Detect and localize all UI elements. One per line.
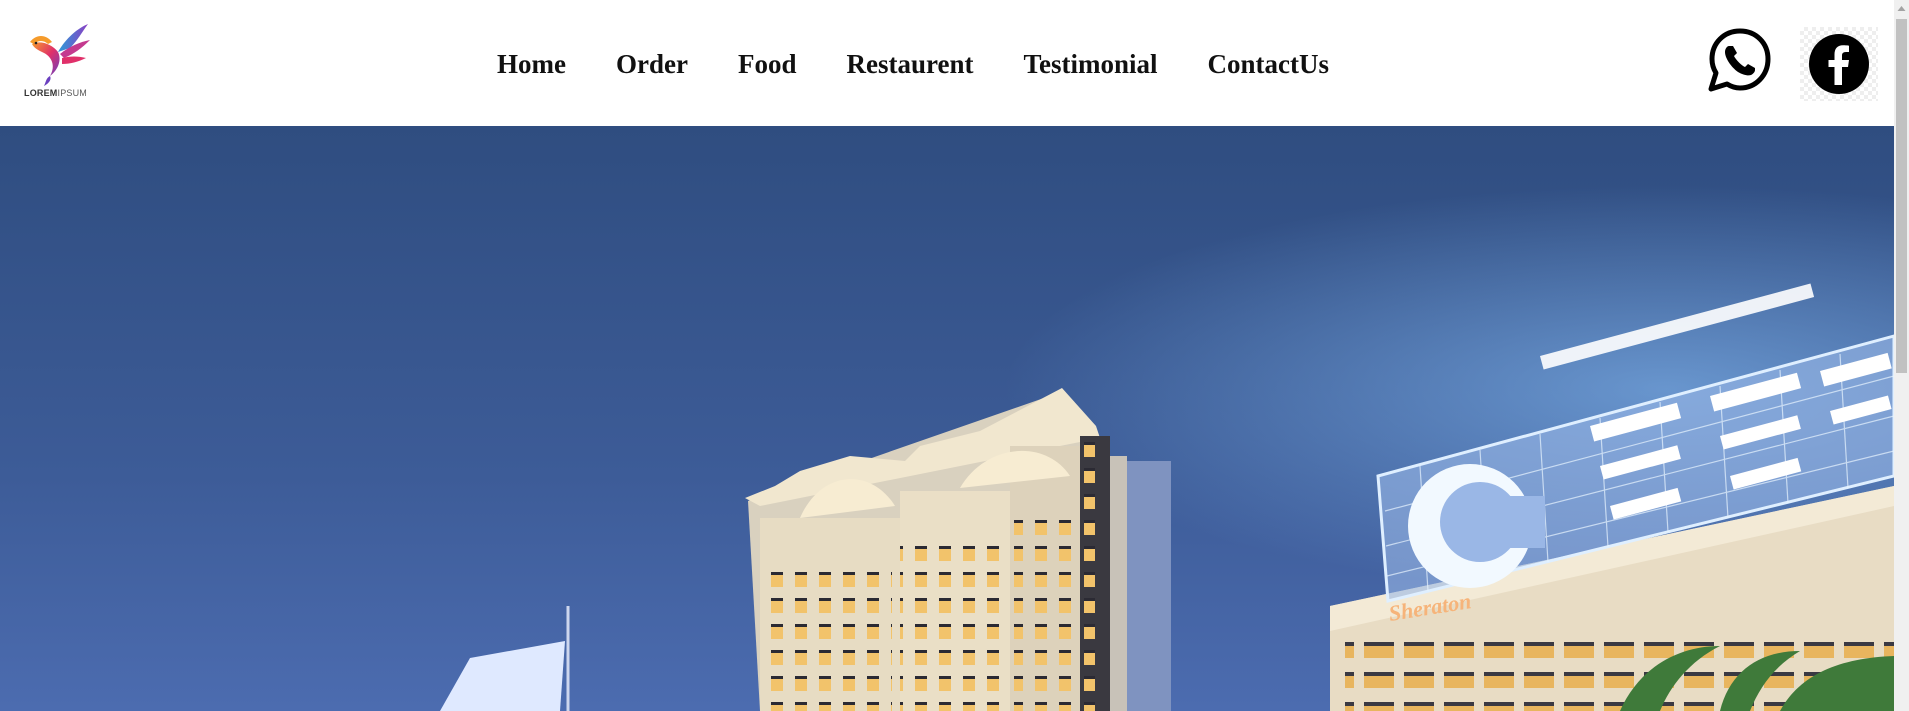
facebook-link[interactable] — [1800, 27, 1878, 101]
hero-banner: Sheraton — [0, 126, 1894, 711]
bird-logo-icon — [30, 24, 90, 86]
brand-logo[interactable]: LOREMIPSUM — [22, 22, 92, 104]
brand-word-bold: LOREM — [24, 88, 58, 98]
nav-home[interactable]: Home — [497, 49, 566, 80]
brand-word-light: IPSUM — [57, 88, 88, 98]
whatsapp-icon — [1708, 28, 1771, 92]
whatsapp-link[interactable] — [1707, 27, 1773, 93]
scroll-thumb[interactable] — [1896, 19, 1907, 373]
nav-contactus[interactable]: ContactUs — [1208, 49, 1330, 80]
site-header: LOREMIPSUM Home Order Food Restaurent Te… — [0, 0, 1894, 126]
brand-wordmark: LOREMIPSUM — [24, 88, 87, 98]
page-scrollbar[interactable] — [1894, 0, 1909, 711]
scroll-up-arrow-icon[interactable] — [1894, 0, 1909, 17]
nav-restaurent[interactable]: Restaurent — [846, 49, 973, 80]
nav-food[interactable]: Food — [738, 49, 797, 80]
main-nav: Home Order Food Restaurent Testimonial C… — [497, 46, 1329, 82]
nav-order[interactable]: Order — [616, 49, 688, 80]
facebook-icon — [1809, 34, 1869, 94]
city-night-hotel-hero-image: Sheraton — [0, 126, 1894, 711]
nav-testimonial[interactable]: Testimonial — [1023, 49, 1157, 80]
